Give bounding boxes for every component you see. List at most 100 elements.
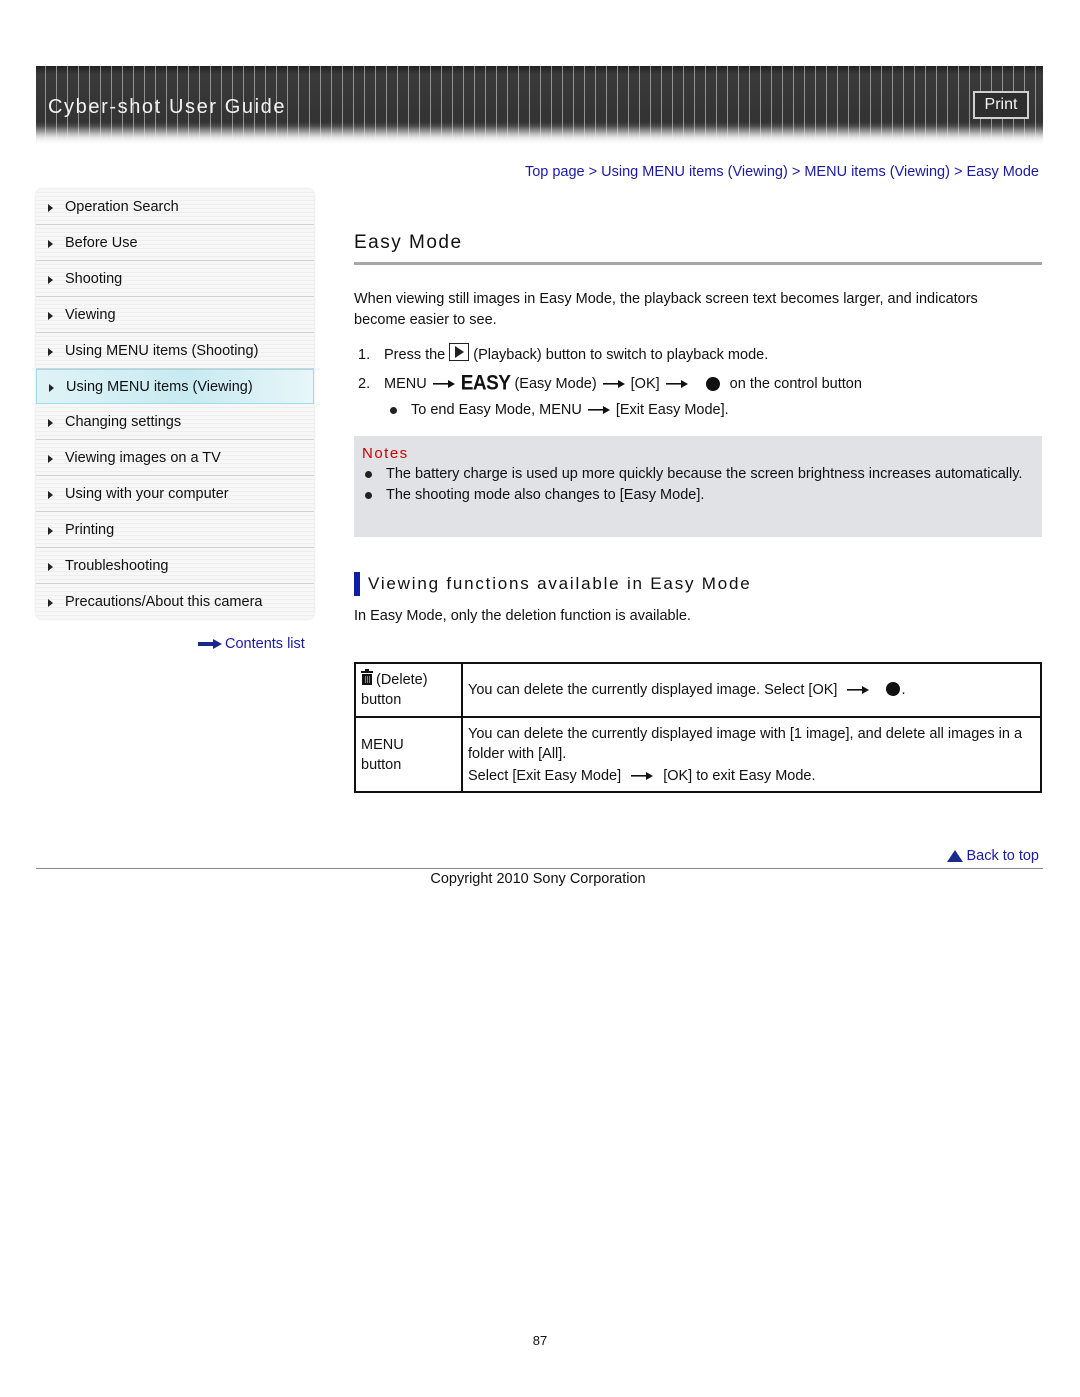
print-button[interactable]: Print bbox=[973, 91, 1029, 119]
cell-text: You can delete the currently displayed i… bbox=[468, 725, 1023, 762]
cell-text: You can delete the currently displayed i… bbox=[468, 682, 838, 698]
triangle-right-icon bbox=[48, 526, 53, 535]
triangle-right-icon bbox=[48, 490, 53, 499]
arrow-right-icon bbox=[631, 771, 654, 780]
note-item: The battery charge is used up more quick… bbox=[362, 464, 1042, 485]
sidebar-item-printing[interactable]: Printing bbox=[36, 512, 314, 548]
sidebar-item-label: Changing settings bbox=[65, 413, 182, 430]
sidebar-item-computer[interactable]: Using with your computer bbox=[36, 476, 314, 512]
menu-text: MENU bbox=[384, 375, 427, 392]
sidebar-item-label: Viewing bbox=[65, 306, 116, 323]
trash-icon bbox=[361, 669, 373, 685]
intro-text: When viewing still images in Easy Mode, … bbox=[354, 291, 978, 328]
sidebar-item-label: Using MENU items (Viewing) bbox=[66, 378, 253, 395]
cell-text: button bbox=[361, 692, 402, 708]
triangle-right-icon bbox=[48, 418, 53, 427]
triangle-right-icon bbox=[49, 383, 54, 392]
section-title: Viewing functions available in Easy Mode bbox=[368, 574, 752, 593]
page-number: 87 bbox=[532, 1333, 548, 1348]
step-2: 2. MENU EASY (Easy Mode) [OK] on the con… bbox=[358, 369, 862, 398]
breadcrumb-separator: > bbox=[588, 164, 598, 180]
sidebar-item-label: Viewing images on a TV bbox=[65, 449, 221, 466]
table-row: MENU button You can delete the currently… bbox=[354, 716, 1042, 793]
cell-text: [OK] to exit Easy Mode. bbox=[663, 767, 816, 784]
sidebar-item-menu-viewing[interactable]: Using MENU items (Viewing) bbox=[36, 369, 314, 404]
cell-text: button bbox=[361, 756, 402, 773]
step-text: on the control button bbox=[729, 375, 862, 392]
back-to-top-label: Back to top bbox=[966, 848, 1039, 864]
breadcrumb-menu-items-viewing[interactable]: MENU items (Viewing) bbox=[804, 164, 950, 180]
sidebar-item-viewing[interactable]: Viewing bbox=[36, 297, 314, 333]
step-text: Press the bbox=[384, 346, 446, 363]
section-intro: In Easy Mode, only the deletion function… bbox=[354, 608, 691, 624]
breadcrumb-top-page[interactable]: Top page bbox=[525, 164, 585, 180]
control-button-center-icon bbox=[705, 376, 720, 391]
triangle-right-icon bbox=[48, 203, 53, 212]
cell-text: (Delete) bbox=[376, 672, 428, 688]
table-row: (Delete) button You can delete the curre… bbox=[354, 662, 1042, 718]
title-divider bbox=[354, 262, 1042, 265]
easy-mode-icon: EASY bbox=[460, 371, 511, 395]
note-text: The shooting mode also changes to [Easy … bbox=[386, 487, 705, 503]
arrow-right-icon bbox=[587, 406, 610, 414]
breadcrumb-easy-mode[interactable]: Easy Mode bbox=[966, 164, 1039, 180]
table-cell-function: MENU button bbox=[354, 716, 463, 793]
table-cell-description: You can delete the currently displayed i… bbox=[461, 662, 1042, 718]
cell-text: MENU bbox=[361, 736, 404, 753]
easy-mode-label: (Easy Mode) bbox=[514, 375, 597, 392]
sidebar-item-label: Using MENU items (Shooting) bbox=[65, 342, 259, 359]
control-button-center-icon bbox=[885, 682, 900, 696]
arrow-right-icon bbox=[602, 379, 625, 388]
breadcrumb-menu-viewing[interactable]: Using MENU items (Viewing) bbox=[601, 164, 788, 180]
table-cell-description: You can delete the currently displayed i… bbox=[461, 716, 1042, 793]
bullet-icon bbox=[390, 406, 397, 414]
sidebar-item-changing-settings[interactable]: Changing settings bbox=[36, 404, 314, 440]
section-heading: Viewing functions available in Easy Mode bbox=[354, 572, 752, 596]
triangle-right-icon bbox=[48, 598, 53, 607]
header-fade bbox=[36, 126, 1043, 146]
contents-list-label: Contents list bbox=[225, 636, 305, 652]
step-1: 1. Press the (Playback) button to switch… bbox=[358, 340, 862, 369]
sidebar-item-operation-search[interactable]: Operation Search bbox=[36, 189, 314, 225]
sidebar-item-menu-shooting[interactable]: Using MENU items (Shooting) bbox=[36, 333, 314, 369]
functions-table: (Delete) button You can delete the curre… bbox=[354, 662, 1042, 793]
sub-note-text: [Exit Easy Mode]. bbox=[615, 402, 729, 418]
cell-text: Select [Exit Easy Mode] bbox=[468, 767, 622, 784]
notes-title: Notes bbox=[362, 445, 409, 462]
notes-box: Notes The battery charge is used up more… bbox=[354, 436, 1042, 537]
breadcrumb: Top page > Using MENU items (Viewing) > … bbox=[525, 164, 1039, 180]
sidebar-item-before-use[interactable]: Before Use bbox=[36, 225, 314, 261]
bullet-icon bbox=[365, 492, 372, 499]
step-number: 2. bbox=[358, 375, 371, 392]
triangle-up-icon bbox=[947, 850, 964, 862]
bullet-icon bbox=[365, 471, 372, 478]
section-bar-marker bbox=[354, 572, 360, 596]
triangle-right-icon bbox=[48, 562, 53, 571]
contents-list-link[interactable]: Contents list bbox=[198, 636, 305, 652]
sub-note-text: To end Easy Mode, MENU bbox=[411, 402, 582, 418]
table-cell-function: (Delete) button bbox=[354, 662, 463, 718]
back-to-top-link[interactable]: Back to top bbox=[947, 848, 1039, 864]
breadcrumb-separator: > bbox=[791, 164, 801, 180]
sidebar-item-viewing-tv[interactable]: Viewing images on a TV bbox=[36, 440, 314, 476]
note-text: The battery charge is used up more quick… bbox=[386, 466, 1023, 482]
sidebar-item-label: Before Use bbox=[65, 234, 138, 251]
sidebar-item-shooting[interactable]: Shooting bbox=[36, 261, 314, 297]
triangle-right-icon bbox=[48, 454, 53, 463]
playback-icon bbox=[449, 342, 470, 361]
site-title: Cyber-shot User Guide bbox=[48, 96, 287, 118]
sidebar-item-troubleshooting[interactable]: Troubleshooting bbox=[36, 548, 314, 584]
sidebar-nav: Operation Search Before Use Shooting Vie… bbox=[36, 189, 314, 619]
cell-text: . bbox=[901, 682, 906, 698]
sidebar-item-precautions[interactable]: Precautions/About this camera bbox=[36, 584, 314, 619]
triangle-right-icon bbox=[48, 311, 53, 320]
sidebar-item-label: Troubleshooting bbox=[65, 557, 169, 574]
ok-text: [OK] bbox=[630, 375, 660, 392]
cell-line: Select [Exit Easy Mode] [OK] to exit Eas… bbox=[468, 766, 1035, 786]
sidebar-item-label: Printing bbox=[65, 521, 115, 538]
step-number: 1. bbox=[358, 346, 371, 363]
triangle-right-icon bbox=[48, 239, 53, 248]
triangle-right-icon bbox=[48, 275, 53, 284]
breadcrumb-separator: > bbox=[953, 164, 963, 180]
sidebar-item-label: Shooting bbox=[65, 270, 123, 287]
